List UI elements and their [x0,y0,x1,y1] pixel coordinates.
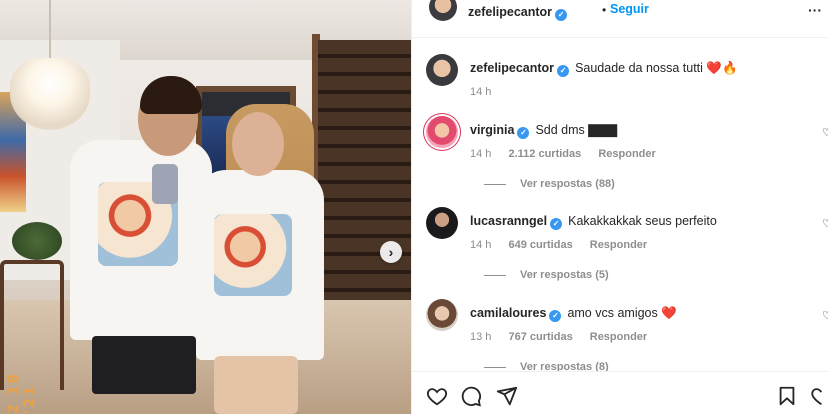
commenter-username[interactable]: lucasranngel [470,214,547,228]
verified-badge-icon: ✓ [557,65,570,77]
bookmark-icon[interactable] [776,385,798,407]
heart-icon[interactable] [426,385,448,407]
commenter-avatar[interactable] [426,207,458,239]
comment-icon[interactable] [460,385,482,407]
separator-dot: • [602,3,607,17]
chandelier-chain [49,0,51,60]
comment-time: 14 h [470,239,492,251]
chevron-right-icon: › [388,244,394,260]
author-username[interactable]: zefelipecantor [468,5,552,19]
man-hair [140,76,202,114]
heart-icon[interactable] [808,385,822,407]
verified-badge-icon: ✓ [549,310,562,322]
send-icon[interactable] [496,385,518,407]
follow-button[interactable]: Seguir [610,2,649,16]
caption-username[interactable]: zefelipecantor [470,61,554,75]
photo-date-stamp: 2 18 '21 [6,371,38,414]
comment-time: 13 h [470,331,492,343]
verified-badge-icon: ✓ [555,9,568,21]
woman-face [232,112,284,176]
comment-like-heart-icon[interactable]: ♡ [822,309,828,322]
post-photo[interactable]: 2 18 '21 › [0,0,411,414]
chandelier [10,58,90,130]
comment-likes[interactable]: 767 curtidas [508,331,572,343]
plant [12,222,62,260]
verified-badge-icon: ✓ [517,127,530,139]
shirt-print [214,214,292,296]
header-divider [412,37,828,38]
commenter-username[interactable]: virginia [470,123,514,137]
commenter-avatar[interactable] [426,299,458,331]
commenter-avatar[interactable] [426,116,458,148]
post-action-bar [412,371,828,414]
comment-time: 14 h [470,148,492,160]
caption-time: 14 h [470,86,492,98]
commenter-username[interactable]: camilaloures [470,306,546,320]
author-avatar[interactable] [429,0,457,21]
view-replies-button[interactable]: Ver respostas (5) [484,269,609,281]
comment-text: amo vcs amigos ❤️ [567,306,677,320]
comment-like-heart-icon[interactable]: ♡ [822,126,828,139]
reply-button[interactable]: Responder [590,331,647,343]
reply-button[interactable]: Responder [598,148,655,160]
verified-badge-icon: ✓ [550,218,563,230]
post-details-panel: zefelipecantor ✓ • Seguir ··· zefelipecan… [411,0,828,414]
comment-likes[interactable]: 649 curtidas [508,239,572,251]
legs [214,356,298,414]
shorts [92,336,196,394]
comment-text: Sdd dms ▇▇▇ [535,123,618,137]
comment-like-heart-icon[interactable]: ♡ [822,217,828,230]
post-header: zefelipecantor ✓ • Seguir ··· [412,0,828,24]
more-options-icon[interactable]: ··· [808,2,822,18]
phone [152,164,178,204]
comment-likes[interactable]: 2.112 curtidas [508,148,581,160]
caption-text: Saudade da nossa tutti ❤️🔥 [575,61,738,75]
comment-text: Kakakkakkak seus perfeito [568,214,717,228]
next-photo-button[interactable]: › [380,241,402,263]
author-avatar[interactable] [426,54,458,86]
view-replies-button[interactable]: Ver respostas (88) [484,178,615,190]
reply-button[interactable]: Responder [590,239,647,251]
